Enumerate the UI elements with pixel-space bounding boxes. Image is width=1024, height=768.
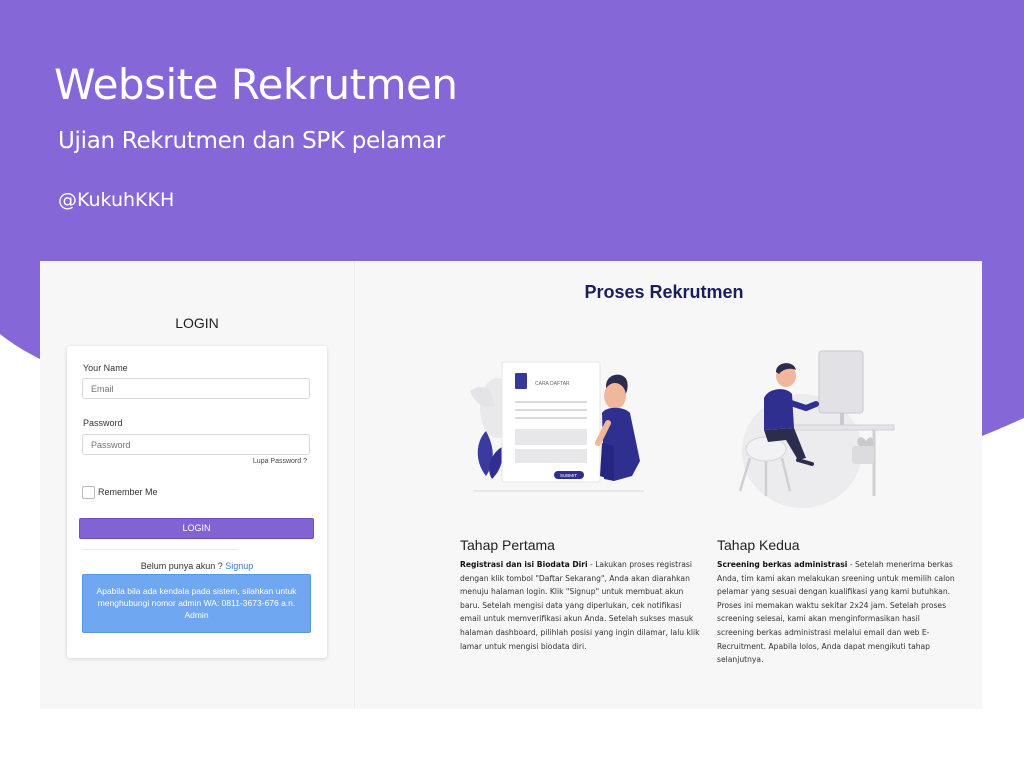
step2-body: - Setelah menerima berkas Anda, tim kami… — [717, 560, 955, 665]
app-screenshot: LOGIN Your Name Password Lupa Password ?… — [40, 261, 982, 709]
process-section: Proses Rekrutmen CARA DAFTAR SUBMIT Taha… — [354, 261, 982, 709]
remember-me-label: Remember Me — [98, 487, 158, 497]
person-body — [764, 389, 794, 430]
hero-subtitle: Ujian Rekrutmen dan SPK pelamar — [58, 128, 445, 154]
desk — [783, 424, 895, 431]
step1-heading: Registrasi dan isi Biodata Diri — [460, 560, 588, 569]
forgot-password-link[interactable]: Lupa Password ? — [253, 458, 307, 465]
signup-prompt: Belum punya akun ? — [140, 561, 223, 571]
form-title-text: CARA DAFTAR — [535, 381, 570, 387]
step1-body: - Lakukan proses registrasi dengan klik … — [460, 560, 700, 651]
name-label: Your Name — [83, 363, 128, 373]
step2-heading: Screening berkas administrasi — [717, 560, 848, 569]
hero-author-handle: @KukuhKKH — [58, 189, 175, 211]
admin-contact-alert: Apabila bila ada kendala pada sistem, si… — [82, 574, 311, 633]
plant — [857, 437, 874, 446]
remember-me-checkbox[interactable] — [82, 486, 95, 499]
signup-row: Belum punya akun ? Signup — [67, 561, 327, 571]
password-label: Password — [83, 418, 123, 428]
hero-title: Website Rekrutmen — [54, 60, 458, 109]
monitor — [818, 350, 864, 414]
step2-title: Tahap Kedua — [717, 537, 800, 553]
login-heading: LOGIN — [175, 315, 219, 331]
login-card: Your Name Password Lupa Password ? Remem… — [67, 346, 327, 658]
step1-description: Registrasi dan isi Biodata Diri - Lakuka… — [460, 558, 700, 653]
svg-text:SUBMIT: SUBMIT — [560, 473, 577, 478]
process-title: Proses Rekrutmen — [584, 282, 744, 302]
document-icon — [515, 373, 527, 389]
signup-link[interactable]: Signup — [225, 561, 253, 571]
email-input[interactable] — [82, 378, 310, 399]
step2-description: Screening berkas administrasi - Setelah … — [717, 558, 957, 667]
screening-illustration — [738, 350, 895, 508]
registration-illustration: CARA DAFTAR SUBMIT — [470, 361, 644, 492]
step1-title: Tahap Pertama — [460, 537, 555, 553]
login-panel: LOGIN Your Name Password Lupa Password ?… — [40, 261, 355, 709]
password-input[interactable] — [82, 434, 310, 455]
login-button[interactable]: LOGIN — [79, 518, 314, 539]
divider — [82, 549, 238, 550]
person-face — [604, 383, 626, 409]
